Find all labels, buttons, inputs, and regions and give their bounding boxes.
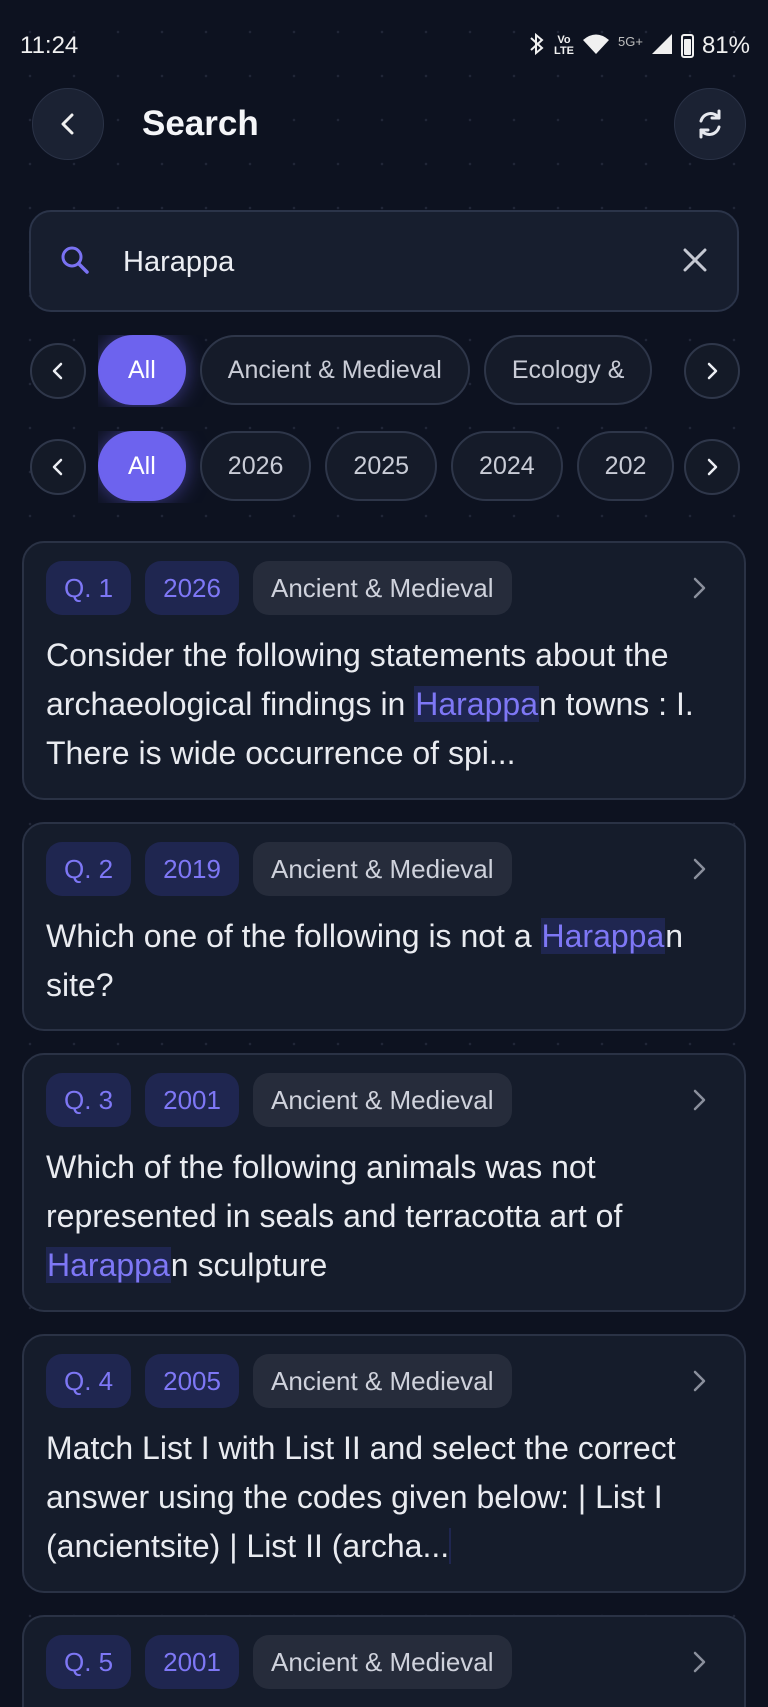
search-icon — [61, 246, 89, 274]
card-tags: Q. 3 2001 Ancient & Medieval — [46, 1073, 722, 1127]
back-button[interactable] — [32, 88, 104, 160]
year-chip-2025[interactable]: 2025 — [325, 431, 438, 501]
subject-scroll-left-button[interactable] — [30, 343, 86, 399]
year-filter-row: All 2026 2025 2024 202 — [0, 431, 768, 503]
refresh-icon — [699, 109, 721, 139]
subject-chip-ecology[interactable]: Ecology & — [483, 335, 653, 405]
chevron-right-icon — [693, 577, 706, 599]
search-box — [29, 210, 739, 312]
subject-badge: Ancient & Medieval — [252, 561, 512, 615]
battery-percent: 81% — [701, 32, 750, 59]
search-highlight: Harappa — [46, 1247, 171, 1283]
year-badge: 2001 — [145, 1073, 239, 1127]
search-highlight: Harappa — [414, 686, 539, 722]
question-number-badge: Q. 4 — [46, 1354, 132, 1408]
question-text: Consider the following statements about … — [46, 631, 722, 778]
subject-chip-ancient-medieval[interactable]: Ancient & Medieval — [199, 335, 470, 405]
year-badge: 2026 — [145, 561, 239, 615]
chevron-right-icon — [707, 362, 718, 380]
year-badge: 2005 — [145, 1354, 239, 1408]
card-tags: Q. 1 2026 Ancient & Medieval — [46, 561, 722, 615]
year-chip-all[interactable]: All — [98, 431, 186, 501]
question-number-badge: Q. 5 — [46, 1635, 132, 1689]
question-text: Which of the following animals was not r… — [46, 1143, 722, 1290]
close-icon[interactable] — [677, 242, 713, 278]
result-card-2[interactable]: Q. 2 2019 Ancient & Medieval Which one o… — [22, 822, 746, 1031]
subject-scroll-right-button[interactable] — [684, 343, 740, 399]
chevron-right-icon — [693, 1089, 706, 1111]
question-text-pre: Which one of the following is not a — [46, 918, 541, 954]
subject-badge: Ancient & Medieval — [252, 842, 512, 896]
year-chip-2023[interactable]: 202 — [576, 431, 675, 501]
volte-icon: Vo LTE — [554, 34, 575, 57]
subject-filter-row: All Ancient & Medieval Ecology & — [0, 335, 768, 407]
chevron-left-icon — [52, 458, 63, 476]
bluetooth-icon — [528, 32, 546, 60]
year-scroll-right-button[interactable] — [684, 439, 740, 495]
chevron-left-icon — [52, 362, 63, 380]
subject-badge: Ancient & Medieval — [252, 1073, 512, 1127]
network-type: 5G+ — [618, 33, 643, 49]
subject-badge: Ancient & Medieval — [252, 1354, 512, 1408]
question-text-pre: Match List I with List II and select the… — [46, 1430, 676, 1564]
page-title: Search — [142, 104, 259, 143]
result-card-1[interactable]: Q. 1 2026 Ancient & Medieval Consider th… — [22, 541, 746, 800]
question-number-badge: Q. 3 — [46, 1073, 132, 1127]
search-highlight: Harappa — [540, 918, 666, 954]
signal-icon — [651, 33, 673, 60]
question-text: Which one of the following is not a Hara… — [46, 912, 722, 1010]
question-number-badge: Q. 2 — [46, 842, 132, 896]
status-icons: Vo LTE 5G+ 81% — [528, 32, 750, 60]
result-card-5[interactable]: Q. 5 2001 Ancient & Medieval — [22, 1615, 746, 1707]
refresh-button[interactable] — [674, 88, 746, 160]
chevron-right-icon — [693, 1651, 706, 1673]
year-chip-2024[interactable]: 2024 — [451, 431, 563, 501]
wifi-icon — [582, 33, 610, 60]
subject-chip-all[interactable]: All — [98, 335, 186, 405]
question-number-badge: Q. 1 — [46, 561, 132, 615]
card-tags: Q. 2 2019 Ancient & Medieval — [46, 842, 722, 896]
battery-icon — [680, 34, 694, 58]
chevron-right-icon — [693, 858, 706, 880]
question-text-pre: Which of the following animals was not r… — [46, 1149, 623, 1234]
question-text-post: n sculpture — [170, 1247, 328, 1283]
status-bar: 11:24 Vo LTE 5G+ 81% — [0, 0, 768, 92]
result-card-4[interactable]: Q. 4 2005 Ancient & Medieval Match List … — [22, 1334, 746, 1593]
year-badge: 2019 — [145, 842, 239, 896]
year-badge: 2001 — [145, 1635, 239, 1689]
subject-chip-list: All Ancient & Medieval Ecology & — [98, 335, 676, 407]
subject-badge: Ancient & Medieval — [252, 1635, 512, 1689]
app-header: Search — [0, 88, 768, 162]
question-text: Match List I with List II and select the… — [46, 1424, 722, 1571]
result-card-3[interactable]: Q. 3 2001 Ancient & Medieval Which of th… — [22, 1053, 746, 1312]
search-input[interactable] — [123, 236, 663, 288]
search-highlight — [449, 1528, 452, 1564]
year-scroll-left-button[interactable] — [30, 439, 86, 495]
year-chip-2026[interactable]: 2026 — [199, 431, 312, 501]
status-time: 11:24 — [20, 32, 79, 59]
chevron-right-icon — [693, 1370, 706, 1392]
chevron-left-icon — [61, 113, 74, 135]
card-tags: Q. 5 2001 Ancient & Medieval — [46, 1635, 722, 1689]
card-tags: Q. 4 2005 Ancient & Medieval — [46, 1354, 722, 1408]
year-chip-list: All 2026 2025 2024 202 — [98, 431, 676, 503]
chevron-right-icon — [707, 458, 718, 476]
